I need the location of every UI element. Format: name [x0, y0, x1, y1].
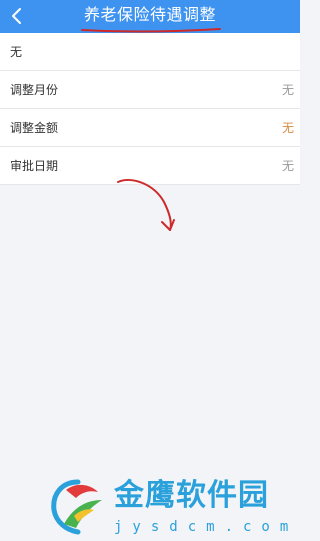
watermark-name: 金鹰软件园: [114, 478, 269, 513]
row-label: 调整金额: [10, 121, 59, 135]
list-item: 无: [0, 33, 300, 71]
eagle-logo-icon: [51, 479, 102, 535]
row-value: 无: [281, 121, 294, 135]
row-value: 无: [281, 83, 294, 97]
list-item: 调整月份 无: [0, 71, 300, 109]
top-bar: 养老保险待遇调整: [0, 0, 300, 33]
page-title: 养老保险待遇调整: [83, 5, 216, 24]
watermark-url: jysdcm.com: [114, 519, 299, 535]
info-list: 无 调整月份 无 调整金额 无 审批日期 无: [0, 33, 300, 185]
row-label: 无: [10, 45, 23, 59]
list-item: 调整金额 无: [0, 109, 300, 147]
row-label: 调整月份: [10, 83, 59, 97]
row-label: 审批日期: [10, 159, 59, 173]
handwritten-arrow: [117, 179, 175, 231]
watermark: 金鹰软件园 jysdcm.com: [48, 474, 298, 540]
row-value: 无: [281, 159, 294, 173]
app-screen: 养老保险待遇调整 无 调整月份 无 调整金额 无 审批日期 无 金鹰软件园 jy…: [0, 0, 300, 541]
